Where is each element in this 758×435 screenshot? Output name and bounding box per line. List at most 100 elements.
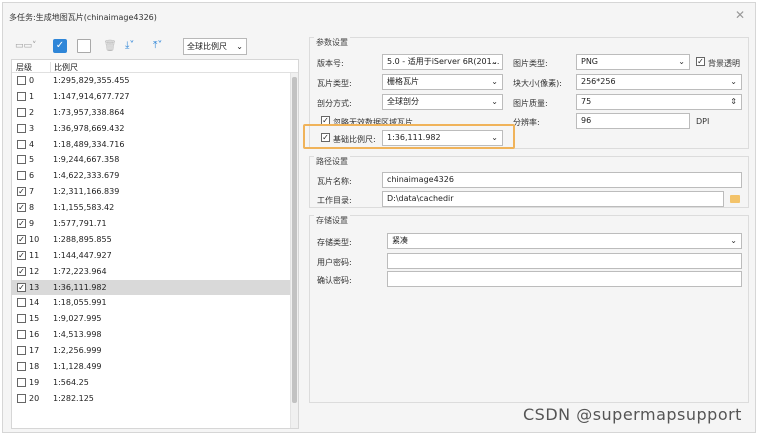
storage-type-select[interactable]: 紧凑 ⌄ [387, 233, 742, 249]
table-row[interactable]: 2 1:73,957,338.864 [12, 105, 298, 121]
row-scale: 1:577,791.71 [53, 219, 107, 229]
quality-stepper[interactable]: 75 ⇕ [576, 94, 742, 110]
delete-icon[interactable]: 🗑 [103, 38, 117, 54]
work-dir-value: D:\data\cachedir [387, 194, 454, 203]
confirm-password-input[interactable] [387, 271, 742, 287]
storage-type-label: 存储类型: [317, 238, 352, 247]
table-scrollbar[interactable] [290, 73, 298, 428]
chevron-down-icon: ⌄ [678, 57, 685, 66]
row-checkbox[interactable] [17, 171, 26, 181]
table-row[interactable]: 18 1:1,128.499 [12, 359, 298, 375]
table-row[interactable]: 17 1:2,256.999 [12, 343, 298, 359]
tile-type-select[interactable]: 栅格瓦片 ⌄ [382, 74, 503, 90]
row-scale: 1:1,128.499 [53, 362, 102, 372]
row-scale: 1:295,829,355.455 [53, 76, 130, 85]
table-row[interactable]: 19 1:564.25 [12, 375, 298, 391]
row-checkbox[interactable] [17, 330, 26, 340]
export-icon[interactable]: ⤒˅ [153, 38, 175, 54]
tile-size-select[interactable]: 256*256 ⌄ [576, 74, 742, 90]
row-level: 5 [29, 155, 35, 165]
row-checkbox[interactable] [17, 346, 26, 356]
row-checkbox[interactable] [17, 107, 26, 117]
table-row[interactable]: ✓ 11 1:144,447.927 [12, 248, 298, 264]
table-row[interactable]: 1 1:147,914,677.727 [12, 89, 298, 105]
table-row[interactable]: ✓ 8 1:1,155,583.42 [12, 200, 298, 216]
row-level: 10 [29, 234, 40, 244]
row-scale: 1:147,914,677.727 [53, 91, 130, 101]
row-checkbox[interactable] [17, 393, 26, 403]
table-row[interactable]: 14 1:18,055.991 [12, 295, 298, 311]
scrollbar-thumb[interactable] [292, 77, 297, 403]
resolution-input[interactable]: 96 [576, 113, 690, 129]
row-checkbox[interactable]: ✓ [17, 250, 26, 260]
base-scale-value: 1:36,111.982 [387, 133, 441, 142]
dpi-label: DPI [696, 117, 710, 126]
scale-toolbar: ▭▭˅ ✓ 🗑 ⤓˅ ⤒˅ 全球比例尺 ⌄ [11, 35, 303, 57]
row-scale: 1:4,513.998 [53, 330, 102, 340]
table-row[interactable]: 5 1:9,244,667.358 [12, 152, 298, 168]
tile-size-label: 块大小(像素): [513, 79, 562, 88]
table-row[interactable]: 4 1:18,489,334.716 [12, 137, 298, 153]
split-value: 全球剖分 [387, 97, 419, 106]
row-scale: 1:4,622,333.679 [53, 171, 120, 181]
stepper-icon[interactable]: ⇕ [730, 95, 737, 109]
row-checkbox[interactable] [17, 377, 26, 387]
import-icon[interactable]: ⤓˅ [125, 38, 147, 54]
deselect-all-icon[interactable] [77, 39, 91, 53]
split-select[interactable]: 全球剖分 ⌄ [382, 94, 503, 110]
row-checkbox[interactable]: ✓ [17, 266, 26, 276]
image-type-value: PNG [581, 57, 599, 66]
table-row[interactable]: 16 1:4,513.998 [12, 327, 298, 343]
version-label: 版本号: [317, 59, 344, 68]
row-checkbox[interactable] [17, 155, 26, 165]
table-header: 层级 比例尺 [12, 60, 298, 73]
select-all-icon[interactable]: ✓ [53, 39, 67, 53]
row-checkbox[interactable]: ✓ [17, 187, 26, 197]
table-row[interactable]: ✓ 9 1:577,791.71 [12, 216, 298, 232]
row-checkbox[interactable]: ✓ [17, 219, 26, 229]
user-password-input[interactable] [387, 253, 742, 269]
row-scale: 1:2,311,166.839 [53, 187, 120, 197]
tile-type-value: 栅格瓦片 [387, 77, 419, 86]
row-scale: 1:1,155,583.42 [53, 203, 115, 213]
work-dir-input[interactable]: D:\data\cachedir [382, 191, 724, 207]
tile-name-input[interactable]: chinaimage4326 [382, 172, 742, 188]
image-type-select[interactable]: PNG ⌄ [576, 54, 690, 70]
grid-view-icon[interactable]: ▭▭˅ [15, 38, 41, 54]
close-icon[interactable]: ✕ [733, 8, 747, 22]
transparent-checkbox[interactable]: ✓ [696, 57, 705, 66]
row-scale: 1:9,244,667.358 [53, 155, 120, 165]
chevron-down-icon: ⌄ [491, 57, 498, 66]
row-checkbox[interactable]: ✓ [17, 203, 26, 213]
table-body: 0 1:295,829,355.455 1 1:147,914,677.727 2 1:7… [12, 73, 298, 407]
table-row[interactable]: 0 1:295,829,355.455 [12, 73, 298, 89]
row-checkbox[interactable]: ✓ [17, 282, 26, 292]
tile-size-value: 256*256 [581, 77, 616, 86]
row-checkbox[interactable] [17, 362, 26, 372]
row-checkbox[interactable] [17, 76, 26, 85]
table-row[interactable]: ✓ 12 1:72,223.964 [12, 264, 298, 280]
table-row[interactable]: ✓ 7 1:2,311,166.839 [12, 184, 298, 200]
table-row[interactable]: 20 1:282.125 [12, 391, 298, 407]
row-checkbox[interactable] [17, 139, 26, 149]
split-label: 剖分方式: [317, 99, 352, 108]
chevron-down-icon: ⌄ [730, 236, 737, 245]
base-scale-checkbox[interactable]: ✓ [321, 133, 330, 142]
row-checkbox[interactable] [17, 123, 26, 133]
table-row[interactable]: ✓ 13 1:36,111.982 [12, 279, 298, 296]
table-row[interactable]: 3 1:36,978,669.432 [12, 121, 298, 137]
version-select[interactable]: 5.0 - 适用于iServer 6R(201... ⌄ [382, 54, 503, 70]
base-scale-select[interactable]: 1:36,111.982 ⌄ [382, 130, 503, 146]
row-checkbox[interactable] [17, 314, 26, 324]
table-row[interactable]: ✓ 10 1:288,895.855 [12, 232, 298, 248]
folder-icon[interactable] [730, 195, 740, 203]
transparent-label: 背景透明 [708, 59, 740, 68]
row-checkbox[interactable] [17, 298, 26, 308]
scale-preset-value: 全球比例尺 [187, 42, 227, 51]
table-row[interactable]: 15 1:9,027.995 [12, 311, 298, 327]
scale-preset-select[interactable]: 全球比例尺 ⌄ [183, 38, 247, 55]
row-checkbox[interactable]: ✓ [17, 234, 26, 244]
row-checkbox[interactable] [17, 91, 26, 101]
params-group-title: 参数设置 [314, 37, 350, 48]
table-row[interactable]: 6 1:4,622,333.679 [12, 168, 298, 184]
